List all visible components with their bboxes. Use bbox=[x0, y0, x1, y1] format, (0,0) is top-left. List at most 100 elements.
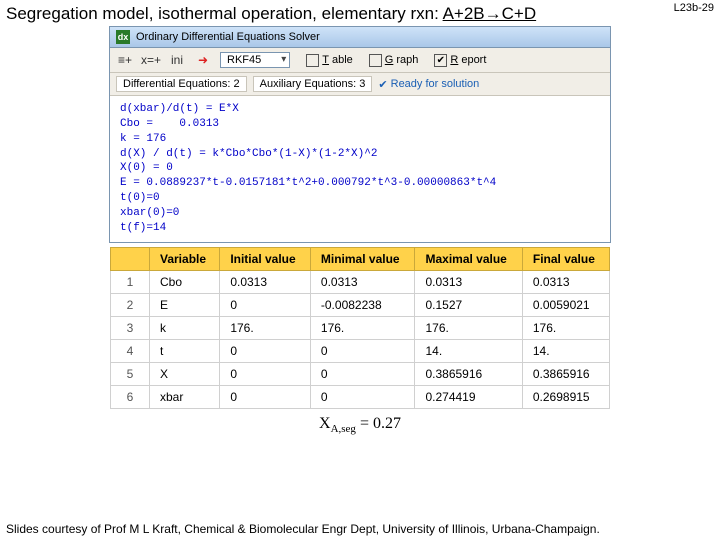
col-final: Final value bbox=[522, 247, 609, 270]
cell-initial: 0 bbox=[220, 339, 311, 362]
table-row: 3k176.176.176.176. bbox=[111, 316, 610, 339]
var-add-icon[interactable]: x=+ bbox=[142, 51, 160, 69]
row-num: 2 bbox=[111, 293, 150, 316]
app-icon: dx bbox=[116, 30, 130, 44]
eq-line: t(f)=14 bbox=[120, 222, 166, 234]
eq-line: t(0)=0 bbox=[120, 192, 160, 204]
cell-initial: 176. bbox=[220, 316, 311, 339]
title-text: Segregation model, isothermal operation,… bbox=[6, 4, 443, 23]
cell-min: 0 bbox=[310, 339, 415, 362]
opt-report-label: eport bbox=[461, 54, 486, 66]
cell-final: 0.2698915 bbox=[522, 385, 609, 408]
opt-table-label: able bbox=[332, 54, 353, 66]
cell-min: 0.0313 bbox=[310, 270, 415, 293]
row-num: 3 bbox=[111, 316, 150, 339]
eq-line: X(0) = 0 bbox=[120, 162, 173, 174]
method-dropdown[interactable]: RKF45 bbox=[220, 52, 290, 68]
cell-min: 0 bbox=[310, 362, 415, 385]
checkbox-icon bbox=[369, 54, 382, 67]
aux-count-box: Auxiliary Equations: 3 bbox=[253, 76, 373, 92]
result-expression: XA,seg = 0.27 bbox=[0, 409, 720, 437]
eq-line: k = 176 bbox=[120, 133, 166, 145]
eq-line: E = 0.0889237*t-0.0157181*t^2+0.000792*t… bbox=[120, 177, 496, 189]
eq-line: d(xbar)/d(t) = E*X bbox=[120, 103, 239, 115]
row-add-icon[interactable]: ≡+ bbox=[116, 51, 134, 69]
slide-number: L23b-29 bbox=[674, 2, 714, 14]
slide-title: Segregation model, isothermal operation,… bbox=[0, 0, 720, 26]
eq-line: xbar(0)=0 bbox=[120, 207, 179, 219]
cell-max: 176. bbox=[415, 316, 522, 339]
opt-graph[interactable]: Graph bbox=[369, 54, 419, 67]
eq-line: Cbo = 0.0313 bbox=[120, 118, 219, 130]
aux-n: 3 bbox=[359, 78, 365, 90]
row-num: 4 bbox=[111, 339, 150, 362]
col-min: Minimal value bbox=[310, 247, 415, 270]
col-rownum bbox=[111, 247, 150, 270]
row-num: 6 bbox=[111, 385, 150, 408]
col-variable: Variable bbox=[150, 247, 220, 270]
cell-variable: xbar bbox=[150, 385, 220, 408]
table-row: 4t0014.14. bbox=[111, 339, 610, 362]
table-row: 1Cbo0.03130.03130.03130.0313 bbox=[111, 270, 610, 293]
cell-initial: 0 bbox=[220, 293, 311, 316]
col-initial: Initial value bbox=[220, 247, 311, 270]
cell-variable: X bbox=[150, 362, 220, 385]
de-n: 2 bbox=[233, 78, 239, 90]
settings-icon[interactable]: ini bbox=[168, 51, 186, 69]
checkbox-icon bbox=[306, 54, 319, 67]
opt-table[interactable]: Table bbox=[306, 54, 353, 67]
cell-max: 0.3865916 bbox=[415, 362, 522, 385]
status-line: Differential Equations: 2 Auxiliary Equa… bbox=[110, 73, 610, 96]
cell-max: 0.0313 bbox=[415, 270, 522, 293]
results-table: Variable Initial value Minimal value Max… bbox=[110, 247, 610, 409]
check-mark: ✔ bbox=[437, 55, 445, 66]
cell-max: 0.274419 bbox=[415, 385, 522, 408]
rxn-underline: A+2B→C+D bbox=[443, 4, 537, 23]
row-num: 1 bbox=[111, 270, 150, 293]
row-num: 5 bbox=[111, 362, 150, 385]
cell-final: 0.0059021 bbox=[522, 293, 609, 316]
cell-max: 14. bbox=[415, 339, 522, 362]
cell-variable: t bbox=[150, 339, 220, 362]
aux-label: Auxiliary Equations: bbox=[260, 78, 357, 90]
cell-final: 0.0313 bbox=[522, 270, 609, 293]
answer-main: X bbox=[319, 415, 331, 432]
opt-graph-label: raph bbox=[396, 54, 418, 66]
slide-footer: Slides courtesy of Prof M L Kraft, Chemi… bbox=[0, 522, 720, 536]
table-row: 5X000.38659160.3865916 bbox=[111, 362, 610, 385]
cell-final: 176. bbox=[522, 316, 609, 339]
cell-variable: E bbox=[150, 293, 220, 316]
cell-min: 176. bbox=[310, 316, 415, 339]
eq-line: d(X) / d(t) = k*Cbo*Cbo*(1-X)*(1-2*X)^2 bbox=[120, 148, 377, 160]
cell-min: 0 bbox=[310, 385, 415, 408]
ready-text: Ready for solution bbox=[391, 78, 480, 90]
table-row: 6xbar000.2744190.2698915 bbox=[111, 385, 610, 408]
col-max: Maximal value bbox=[415, 247, 522, 270]
table-body: 1Cbo0.03130.03130.03130.03132E0-0.008223… bbox=[111, 270, 610, 408]
cell-variable: k bbox=[150, 316, 220, 339]
de-label: Differential Equations: bbox=[123, 78, 230, 90]
cell-final: 0.3865916 bbox=[522, 362, 609, 385]
answer-sub: A,seg bbox=[331, 423, 356, 435]
cell-final: 14. bbox=[522, 339, 609, 362]
run-icon[interactable]: ➜ bbox=[194, 51, 212, 69]
window-titlebar: dx Ordinary Differential Equations Solve… bbox=[110, 27, 610, 48]
cell-min: -0.0082238 bbox=[310, 293, 415, 316]
opt-report[interactable]: ✔Report bbox=[434, 54, 486, 67]
table-row: 2E0-0.00822380.15270.0059021 bbox=[111, 293, 610, 316]
equations-area[interactable]: d(xbar)/d(t) = E*X Cbo = 0.0313 k = 176 … bbox=[110, 96, 610, 242]
table-header-row: Variable Initial value Minimal value Max… bbox=[111, 247, 610, 270]
cell-initial: 0 bbox=[220, 362, 311, 385]
de-count-box: Differential Equations: 2 bbox=[116, 76, 247, 92]
checkbox-icon: ✔ bbox=[434, 54, 447, 67]
cell-initial: 0.0313 bbox=[220, 270, 311, 293]
cell-initial: 0 bbox=[220, 385, 311, 408]
ode-solver-window: dx Ordinary Differential Equations Solve… bbox=[109, 26, 611, 243]
answer-rhs: = 0.27 bbox=[356, 415, 401, 432]
ready-indicator: Ready for solution bbox=[378, 78, 479, 91]
toolbar: ≡+ x=+ ini ➜ RKF45 Table Graph ✔Report bbox=[110, 48, 610, 73]
method-value: RKF45 bbox=[227, 54, 261, 66]
cell-max: 0.1527 bbox=[415, 293, 522, 316]
cell-variable: Cbo bbox=[150, 270, 220, 293]
window-title: Ordinary Differential Equations Solver bbox=[136, 31, 320, 43]
